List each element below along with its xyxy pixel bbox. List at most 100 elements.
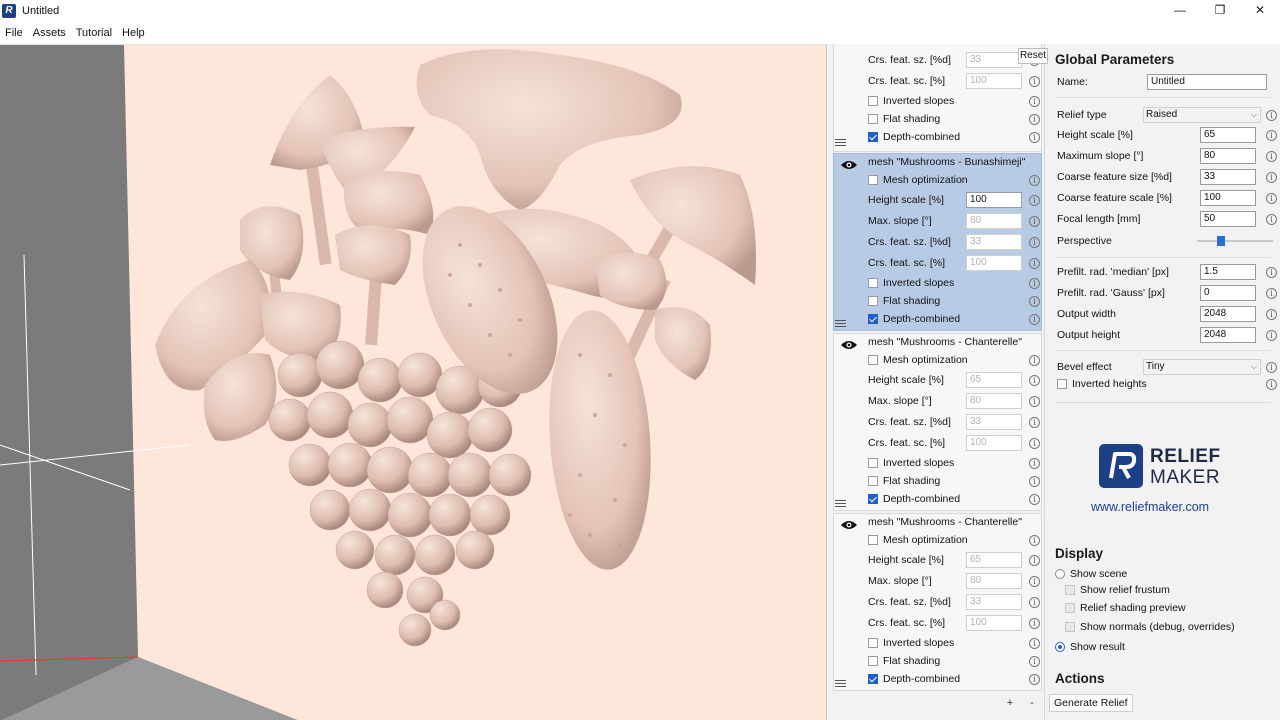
generate-relief-button[interactable]: Generate Relief — [1049, 694, 1133, 712]
output-height-input[interactable]: 2048 — [1200, 327, 1256, 343]
param-input[interactable]: 100 — [966, 73, 1022, 89]
coarse-feature-size-input[interactable]: 33 — [966, 234, 1022, 250]
info-icon[interactable]: i — [1029, 277, 1040, 289]
checkbox-row[interactable]: Flat shading i — [868, 472, 1040, 490]
focal-length-input[interactable]: 50 — [1200, 211, 1256, 227]
depth-combined-checkbox[interactable] — [868, 494, 878, 504]
close-button[interactable]: ✕ — [1240, 0, 1280, 22]
info-icon[interactable]: i — [1029, 475, 1040, 487]
flat-shading-checkbox[interactable] — [868, 656, 878, 666]
info-icon[interactable]: i — [1266, 329, 1277, 341]
drag-handle-icon[interactable] — [835, 139, 846, 146]
checkbox-row[interactable]: Depth-combined i — [868, 490, 1040, 508]
info-icon[interactable]: i — [1029, 617, 1040, 629]
info-icon[interactable]: i — [1029, 75, 1040, 87]
flat-shading-checkbox[interactable] — [868, 476, 878, 486]
checkbox-row[interactable]: Inverted slopes i — [868, 634, 1040, 652]
inverted-heights-row[interactable]: Inverted heights i — [1057, 375, 1279, 393]
prefilt-gauss-input[interactable]: 0 — [1200, 285, 1256, 301]
coarse-feature-scale-input[interactable]: 100 — [966, 255, 1022, 271]
show-result-row[interactable]: Show result — [1055, 638, 1277, 656]
inverted-slopes-checkbox[interactable] — [868, 278, 878, 288]
info-icon[interactable]: i — [1029, 113, 1040, 125]
info-icon[interactable]: i — [1029, 95, 1040, 107]
inverted-slopes-checkbox[interactable] — [868, 458, 878, 468]
info-icon[interactable]: i — [1029, 313, 1040, 325]
param-input[interactable]: 33 — [966, 52, 1022, 68]
checkbox-row[interactable]: Flat shading i — [868, 110, 1040, 128]
info-icon[interactable]: i — [1029, 457, 1040, 469]
info-icon[interactable]: i — [1266, 129, 1277, 141]
show-result-radio[interactable] — [1055, 642, 1065, 652]
checkbox-row[interactable]: Depth-combined i — [868, 128, 1040, 146]
info-icon[interactable]: i — [1029, 673, 1040, 685]
height-scale-input[interactable]: 65 — [966, 372, 1022, 388]
show-normals-checkbox[interactable] — [1065, 622, 1075, 632]
max-slope-input[interactable]: 80 — [966, 393, 1022, 409]
remove-layer-button[interactable]: - — [1023, 694, 1041, 712]
info-icon[interactable]: i — [1029, 437, 1040, 449]
flat-shading-checkbox[interactable] — [868, 114, 878, 124]
prefilt-median-input[interactable]: 1.5 — [1200, 264, 1256, 280]
info-icon[interactable]: i — [1029, 374, 1040, 386]
checkbox-row[interactable]: Depth-combined i — [868, 310, 1040, 328]
info-icon[interactable]: i — [1029, 215, 1040, 227]
max-slope-input[interactable]: 80 — [1200, 148, 1256, 164]
layer-list-panel[interactable]: Crs. feat. sz. [%d] 33 i Crs. feat. sc. … — [826, 44, 1044, 720]
inverted-slopes-checkbox[interactable] — [868, 96, 878, 106]
info-icon[interactable]: i — [1029, 194, 1040, 206]
eye-icon[interactable] — [841, 520, 857, 530]
inverted-heights-checkbox[interactable] — [1057, 379, 1067, 389]
info-icon[interactable]: i — [1029, 534, 1040, 546]
add-layer-button[interactable]: + — [1001, 694, 1019, 712]
eye-icon[interactable] — [841, 160, 857, 170]
coarse-feature-scale-input[interactable]: 100 — [966, 435, 1022, 451]
checkbox-row[interactable]: Inverted slopes i — [868, 274, 1040, 292]
coarse-feature-size-input[interactable]: 33 — [966, 414, 1022, 430]
drag-handle-icon[interactable] — [835, 680, 846, 687]
mesh-optimization-checkbox[interactable] — [868, 175, 878, 185]
website-link[interactable]: www.reliefmaker.com — [1091, 500, 1209, 514]
info-icon[interactable]: i — [1029, 236, 1040, 248]
mesh-optimization-checkbox[interactable] — [868, 355, 878, 365]
shading-preview-row[interactable]: Relief shading preview — [1065, 599, 1280, 617]
info-icon[interactable]: i — [1266, 287, 1277, 299]
coarse-feature-size-input[interactable]: 33 — [966, 594, 1022, 610]
depth-combined-checkbox[interactable] — [868, 132, 878, 142]
mesh-optimization-row[interactable]: Mesh optimization i — [868, 531, 1040, 549]
mesh-optimization-checkbox[interactable] — [868, 535, 878, 545]
layer-card-chanterelle-1[interactable]: mesh "Mushrooms - Chanterelle" Mesh opti… — [833, 333, 1042, 511]
drag-handle-icon[interactable] — [835, 500, 846, 507]
height-scale-input[interactable]: 65 — [966, 552, 1022, 568]
relief-type-select[interactable]: Raised ⌵ — [1143, 107, 1261, 123]
menu-assets[interactable]: Assets — [28, 27, 71, 39]
coarse-feature-scale-input[interactable]: 100 — [1200, 190, 1256, 206]
inverted-slopes-checkbox[interactable] — [868, 638, 878, 648]
bevel-select[interactable]: Tiny ⌵ — [1143, 359, 1261, 375]
max-slope-input[interactable]: 80 — [966, 573, 1022, 589]
menu-help[interactable]: Help — [117, 27, 150, 39]
info-icon[interactable]: i — [1029, 416, 1040, 428]
checkbox-row[interactable]: Inverted slopes i — [868, 92, 1040, 110]
show-frustum-checkbox[interactable] — [1065, 585, 1075, 595]
output-width-input[interactable]: 2048 — [1200, 306, 1256, 322]
info-icon[interactable]: i — [1029, 131, 1040, 143]
info-icon[interactable]: i — [1266, 171, 1277, 183]
info-icon[interactable]: i — [1029, 174, 1040, 186]
info-icon[interactable]: i — [1266, 308, 1277, 320]
eye-icon[interactable] — [841, 340, 857, 350]
layer-card-chanterelle-2[interactable]: mesh "Mushrooms - Chanterelle" Mesh opti… — [833, 513, 1042, 691]
depth-combined-checkbox[interactable] — [868, 674, 878, 684]
layer-card-bunashimeji[interactable]: mesh "Mushrooms - Bunashimeji" Mesh opti… — [833, 153, 1042, 331]
info-icon[interactable]: i — [1029, 575, 1040, 587]
info-icon[interactable]: i — [1266, 109, 1277, 121]
info-icon[interactable]: i — [1266, 150, 1277, 162]
show-normals-row[interactable]: Show normals (debug, overrides) — [1065, 618, 1280, 636]
max-slope-input[interactable]: 80 — [966, 213, 1022, 229]
maximize-button[interactable]: ❐ — [1200, 0, 1240, 22]
depth-combined-checkbox[interactable] — [868, 314, 878, 324]
height-scale-input[interactable]: 100 — [966, 192, 1022, 208]
show-frustum-row[interactable]: Show relief frustum — [1065, 581, 1280, 599]
mesh-optimization-row[interactable]: Mesh optimization i — [868, 171, 1040, 189]
info-icon[interactable]: i — [1266, 192, 1277, 204]
